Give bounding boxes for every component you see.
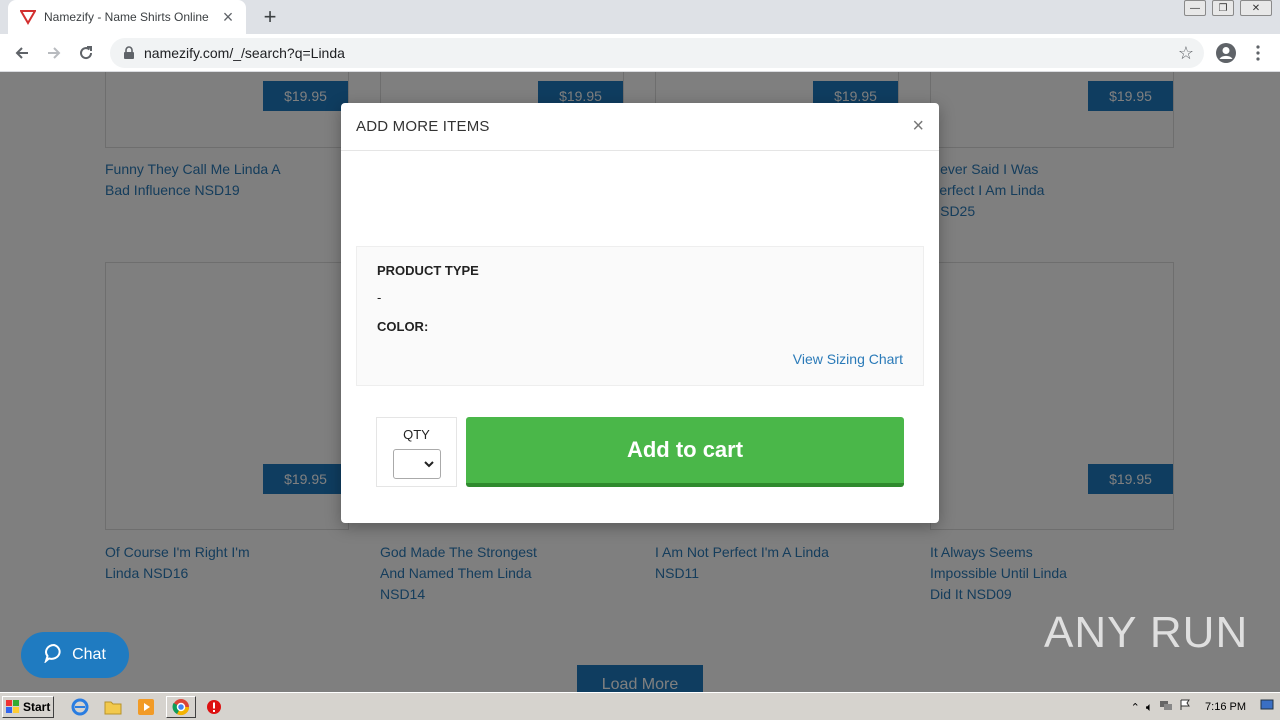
ie-icon[interactable]: [70, 697, 90, 717]
browser-menu-icon[interactable]: [1246, 41, 1270, 65]
show-desktop-icon[interactable]: [1260, 698, 1274, 716]
chrome-taskbar-icon[interactable]: [166, 696, 196, 718]
antivirus-alert-icon[interactable]: [204, 697, 224, 717]
chat-bubble-icon: [44, 643, 64, 668]
tab-title: Namezify - Name Shirts Online: [44, 10, 209, 24]
chat-label: Chat: [72, 646, 106, 663]
volume-icon[interactable]: 🔈︎: [1146, 700, 1153, 715]
browser-nav-bar: namezify.com/_/search?q=Linda ☆: [0, 34, 1280, 72]
page-content: $19.95 $19.95 $19.95 $19.95 Funny They C…: [0, 72, 1280, 692]
qty-select[interactable]: [392, 449, 441, 479]
modal-title: ADD MORE ITEMS: [356, 118, 490, 135]
bookmark-star-icon[interactable]: ☆: [1178, 43, 1194, 64]
minimize-icon[interactable]: —: [1184, 0, 1206, 16]
url-text: namezify.com/_/search?q=Linda: [144, 45, 345, 61]
tray-arrow-icon[interactable]: ⌃: [1131, 701, 1140, 714]
namezify-favicon-icon: [20, 9, 36, 25]
reload-icon[interactable]: [74, 41, 98, 65]
window-close-icon[interactable]: ✕: [1240, 0, 1272, 16]
add-more-items-modal: ADD MORE ITEMS × PRODUCT TYPE - COLOR: V…: [341, 103, 939, 523]
flag-icon[interactable]: [1179, 698, 1191, 716]
system-tray: ⌃ 🔈︎ 7:16 PM: [1125, 695, 1280, 719]
start-label: Start: [23, 700, 51, 714]
view-sizing-chart-link[interactable]: View Sizing Chart: [793, 351, 903, 367]
address-bar[interactable]: namezify.com/_/search?q=Linda ☆: [110, 38, 1204, 68]
browser-tab-bar: Namezify - Name Shirts Online × + — ❐ ✕: [0, 0, 1280, 34]
start-button[interactable]: Start: [2, 696, 54, 718]
taskbar: Start ⌃ 🔈︎ 7:16 PM: [0, 692, 1280, 720]
color-label: COLOR:: [377, 319, 429, 334]
media-player-icon[interactable]: [136, 697, 156, 717]
product-options: PRODUCT TYPE - COLOR: View Sizing Chart: [356, 246, 924, 386]
qty-label: QTY: [403, 427, 430, 442]
chat-button[interactable]: Chat: [21, 632, 129, 678]
forward-icon[interactable]: [42, 41, 66, 65]
product-type-label: PRODUCT TYPE: [377, 263, 479, 278]
anyrun-watermark: ANY RUN: [1040, 608, 1248, 658]
back-icon[interactable]: [10, 41, 34, 65]
product-type-value: -: [377, 290, 382, 305]
network-icon[interactable]: [1159, 698, 1173, 716]
explorer-folder-icon[interactable]: [103, 697, 123, 717]
new-tab-icon[interactable]: +: [256, 4, 284, 30]
chevron-down-icon: [423, 461, 434, 468]
watermark-text: ANY RUN: [1044, 608, 1249, 657]
browser-tab[interactable]: Namezify - Name Shirts Online ×: [8, 0, 246, 34]
tab-close-icon[interactable]: ×: [220, 8, 236, 26]
lock-icon: [122, 46, 136, 60]
modal-header: ADD MORE ITEMS ×: [341, 103, 939, 151]
clock[interactable]: 7:16 PM: [1205, 701, 1246, 713]
add-to-cart-button[interactable]: Add to cart: [466, 417, 904, 487]
restore-icon[interactable]: ❐: [1212, 0, 1234, 16]
window-controls: — ❐ ✕: [1184, 0, 1272, 16]
profile-icon[interactable]: [1214, 41, 1238, 65]
qty-box: QTY: [376, 417, 457, 487]
windows-logo-icon: [6, 700, 19, 713]
modal-close-icon[interactable]: ×: [912, 115, 924, 138]
